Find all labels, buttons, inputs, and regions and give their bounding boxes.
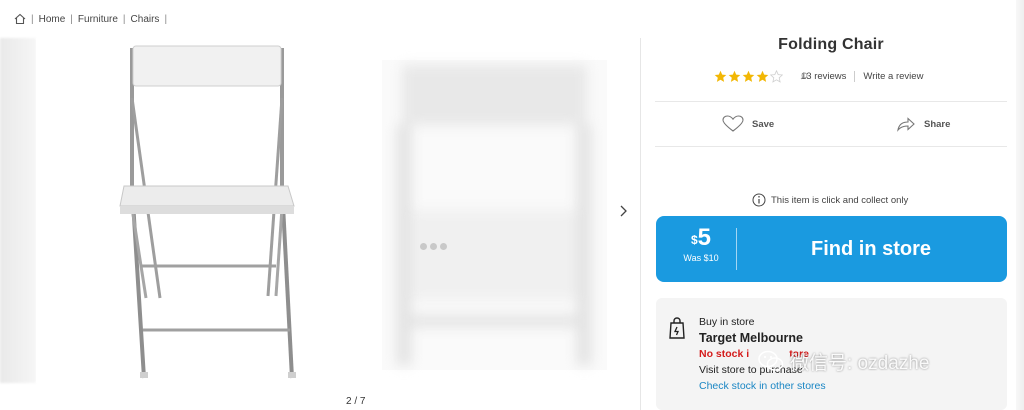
share-label: Share xyxy=(924,118,951,130)
star-icon xyxy=(756,70,769,82)
breadcrumb: | Home | Furniture | Chairs | xyxy=(14,11,172,27)
scrollbar-track[interactable] xyxy=(1016,0,1024,410)
breadcrumb-chairs[interactable]: Chairs xyxy=(131,14,160,25)
product-gallery[interactable]: 2 / 7 xyxy=(0,38,640,407)
price-currency: $ xyxy=(690,233,698,247)
breadcrumb-separator: | xyxy=(164,13,168,25)
blurred-chair-image xyxy=(397,65,591,365)
rating-row: 13 reviews Write a review xyxy=(714,68,923,84)
share-icon xyxy=(897,117,915,132)
previous-image-preview[interactable] xyxy=(0,38,36,383)
click-collect-notice: This item is click and collect only xyxy=(752,192,908,208)
save-button[interactable]: Save xyxy=(722,113,774,135)
star-icon xyxy=(714,70,727,82)
watermark-text: 微信号: ozdazhe xyxy=(790,352,930,374)
star-icon xyxy=(742,70,755,82)
was-price: Was $10 xyxy=(683,253,719,263)
section-divider xyxy=(655,101,1007,102)
find-in-store-button[interactable]: $5 Was $10 Find in store xyxy=(656,216,1007,282)
chevron-right-icon[interactable] xyxy=(617,200,631,222)
image-counter: 2 / 7 xyxy=(346,396,366,407)
wechat-icon xyxy=(758,350,784,371)
write-review-link[interactable]: Write a review xyxy=(863,71,923,82)
rating-divider xyxy=(854,70,856,82)
product-image[interactable] xyxy=(36,38,381,383)
find-in-store-label: Find in store xyxy=(811,237,931,260)
loading-dot xyxy=(440,243,447,250)
star-rating[interactable] xyxy=(714,69,783,83)
home-icon[interactable] xyxy=(14,13,26,25)
breadcrumb-home[interactable]: Home xyxy=(39,14,66,25)
panel-divider xyxy=(640,38,641,410)
product-page: | Home | Furniture | Chairs | 2 / 7 Fold… xyxy=(0,0,1024,410)
check-other-stores-link[interactable]: Check stock in other stores xyxy=(699,378,826,394)
info-icon xyxy=(752,193,766,207)
wechat-watermark: 微信号: ozdazhe xyxy=(758,348,929,374)
section-divider xyxy=(655,146,1007,147)
price-value: 5 xyxy=(697,224,712,251)
next-image-preview[interactable] xyxy=(382,60,607,370)
search-icon xyxy=(800,72,808,80)
product-title: Folding Chair xyxy=(778,36,884,53)
store-name: Target Melbourne xyxy=(699,331,803,345)
button-separator xyxy=(736,228,737,270)
loading-dot xyxy=(420,243,427,250)
breadcrumb-separator: | xyxy=(70,13,73,25)
star-icon xyxy=(728,70,741,82)
stock-status-text: No stock i xyxy=(699,348,750,360)
loading-indicator xyxy=(420,243,447,250)
breadcrumb-furniture[interactable]: Furniture xyxy=(78,14,118,25)
store-bag-icon xyxy=(669,317,685,339)
save-label: Save xyxy=(752,118,775,130)
price-block: $5 Was $10 xyxy=(666,224,736,263)
breadcrumb-separator: | xyxy=(31,13,34,25)
heart-icon xyxy=(722,115,744,132)
notice-text: This item is click and collect only xyxy=(771,194,909,206)
breadcrumb-separator: | xyxy=(122,13,126,25)
star-icon xyxy=(770,69,783,83)
loading-dot xyxy=(430,243,437,250)
share-button[interactable]: Share xyxy=(896,113,950,135)
folding-chair-image xyxy=(119,45,296,379)
current-price: $5 xyxy=(666,224,736,252)
buy-in-store-heading: Buy in store xyxy=(699,316,755,328)
